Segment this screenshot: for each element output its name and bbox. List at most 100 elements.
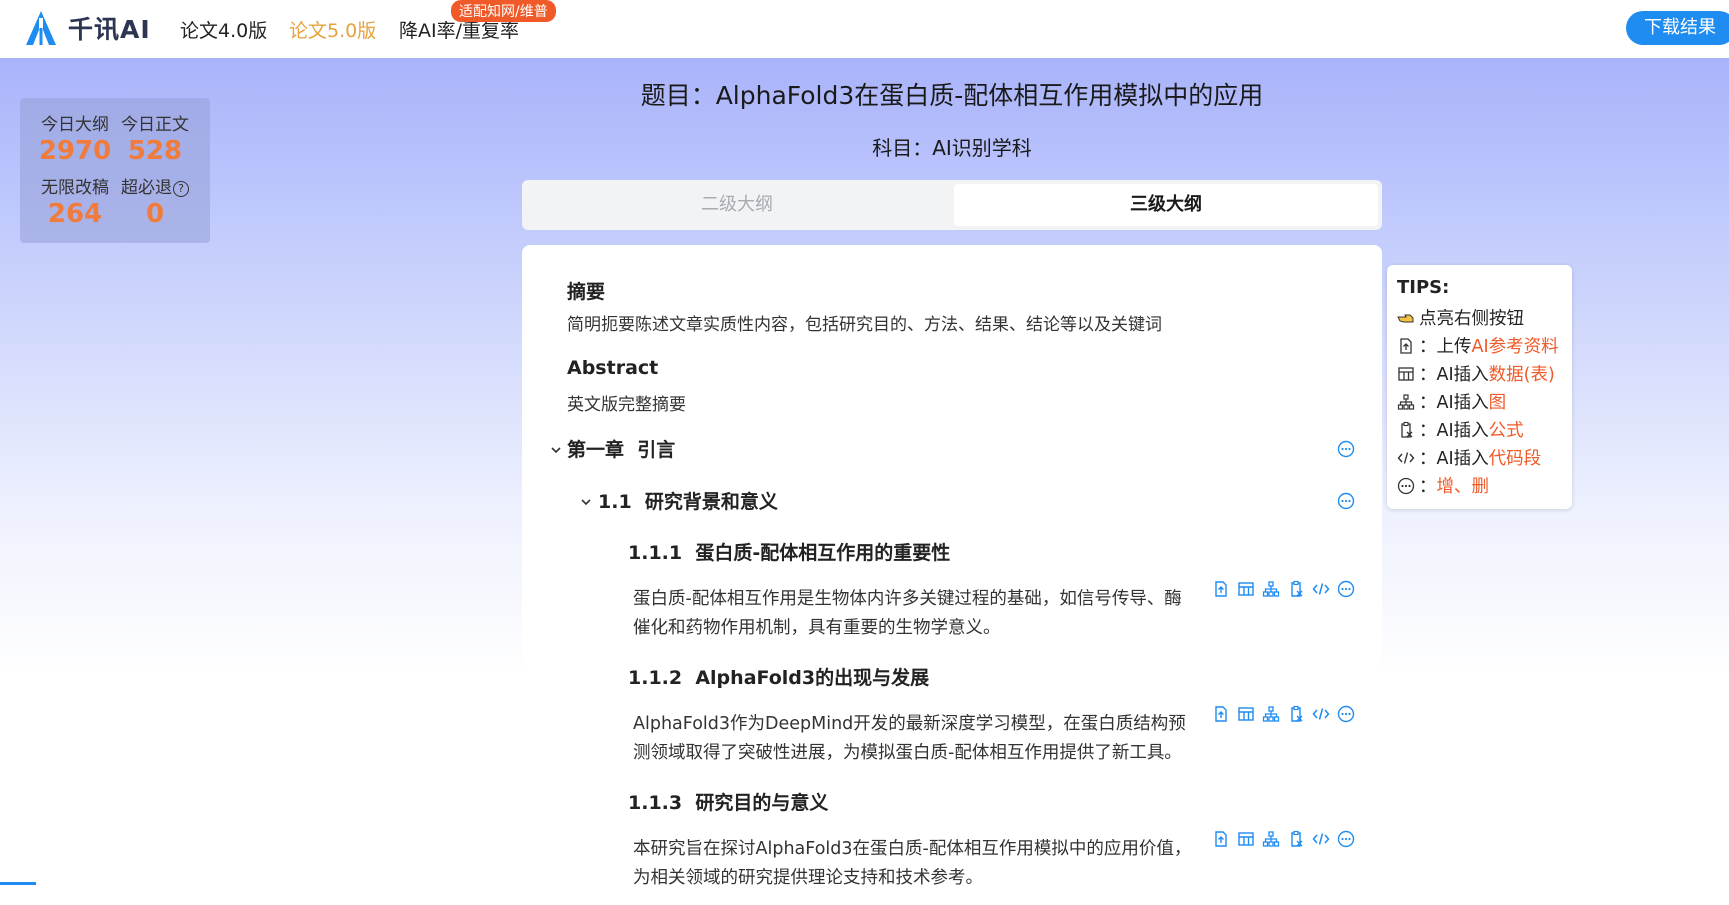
subsection-tools [1212, 705, 1330, 723]
tip-text: 点亮右侧按钮 [1419, 309, 1524, 329]
chapter-title: 引言 [637, 439, 676, 461]
code-icon[interactable] [1312, 580, 1330, 598]
formula-clipboard-icon [1401, 421, 1413, 438]
formula-clipboard-icon[interactable] [1287, 705, 1305, 723]
section-heading: 1.1 研究背景和意义 [598, 487, 778, 514]
abstract-en-desc: 英文版完整摘要 [567, 395, 686, 415]
subsection-number: 1.1.2 [628, 667, 683, 689]
subsection-text: 蛋白质-配体相互作用是生物体内许多关键过程的基础，如信号传导、酶催化和药物作用机… [633, 589, 1182, 638]
tips-panel: TIPS: 点亮右侧按钮 ：上传 AI参考资料 ：AI插入 数据(表) ：AI插入图… [1387, 265, 1572, 509]
stats-panel: 今日大纲 2970 今日正文 528 无限改稿 264 超必退? 0 [20, 98, 210, 243]
table-icon [1398, 366, 1414, 381]
adapt-badge: 适配知网/维普 [451, 0, 556, 22]
hierarchy-icon[interactable] [1262, 705, 1280, 723]
abstract-en-heading: Abstract [567, 357, 659, 379]
section-number: 1.1 [598, 491, 632, 513]
logo-text: 千讯AI [68, 15, 151, 44]
tab-second-level-outline[interactable]: 二级大纲 [526, 184, 948, 226]
tip-highlight: 增、删 [1436, 477, 1490, 497]
tip-text: ：上传 [1419, 337, 1472, 357]
more-circle-icon[interactable] [1337, 830, 1355, 848]
stat-today-body: 今日正文 528 [115, 110, 195, 166]
upload-file-icon [1400, 337, 1412, 354]
tip-highlight: 公式 [1488, 421, 1524, 441]
more-circle-icon [1397, 477, 1415, 494]
chevron-down-icon[interactable] [550, 444, 562, 456]
stat-label: 今日正文 [121, 115, 189, 135]
stat-label-row: 超必退? [115, 173, 195, 198]
stat-label: 无限改稿 [41, 178, 109, 198]
outline-card: 摘要 简明扼要陈述文章实质性内容，包括研究目的、方法、结果、结论等以及关键词 A… [522, 245, 1382, 905]
tip-row: 点亮右侧按钮 [1397, 305, 1524, 330]
chapter-number: 第一章 [567, 439, 625, 461]
top-header: 千讯AI 论文4.0版 论文5.0版 降AI率/重复率 适配知网/维普 下载结果 [0, 0, 1729, 58]
chapter-heading: 第一章 引言 [567, 435, 675, 462]
subsection-number: 1.1.3 [628, 792, 683, 814]
subsection-tools [1212, 830, 1330, 848]
subsection-heading: 1.1.2 AlphaFold3的出现与发展 [628, 663, 929, 690]
more-circle-icon[interactable] [1337, 492, 1355, 510]
formula-clipboard-icon[interactable] [1287, 580, 1305, 598]
formula-clipboard-icon[interactable] [1287, 830, 1305, 848]
stat-unlimited-revise: 无限改稿 264 [35, 173, 115, 229]
subsection-heading: 1.1.1 蛋白质-配体相互作用的重要性 [628, 538, 950, 565]
nav-paper-4[interactable]: 论文4.0版 [180, 16, 267, 43]
subsection-title: 研究目的与意义 [695, 792, 829, 814]
tip-text: ：AI插入 [1419, 449, 1489, 469]
subsection-tools [1212, 580, 1330, 598]
nav-paper-5[interactable]: 论文5.0版 [289, 16, 376, 43]
tip-row: ：AI插入图 [1397, 389, 1506, 414]
tip-highlight: 图 [1488, 393, 1507, 413]
hierarchy-icon[interactable] [1262, 830, 1280, 848]
pointing-hand-icon [1397, 314, 1414, 322]
table-icon[interactable] [1237, 580, 1255, 598]
abstract-cn-heading: 摘要 [567, 281, 606, 303]
tip-row: ：增、删 [1397, 473, 1489, 498]
stat-value: 264 [47, 199, 103, 229]
tip-row: ：AI插入 代码段 [1397, 445, 1541, 470]
more-circle-icon[interactable] [1337, 440, 1355, 458]
table-icon[interactable] [1237, 830, 1255, 848]
stat-value: 2970 [38, 136, 112, 166]
more-circle-icon[interactable] [1337, 580, 1355, 598]
hierarchy-icon [1397, 393, 1415, 410]
upload-file-icon[interactable] [1212, 830, 1230, 848]
abstract-cn-desc: 简明扼要陈述文章实质性内容，包括研究目的、方法、结果、结论等以及关键词 [567, 315, 1162, 335]
subsection-text: 本研究旨在探讨AlphaFold3在蛋白质-配体相互作用模拟中的应用价值，为相关… [633, 839, 1192, 888]
more-circle-icon[interactable] [1337, 705, 1355, 723]
tip-text: ：AI插入 [1419, 365, 1489, 385]
tip-highlight: 代码段 [1488, 449, 1542, 469]
logo-icon [26, 11, 56, 45]
subsection-text: AlphaFold3作为DeepMind开发的最新深度学习模型，在蛋白质结构预测… [633, 714, 1186, 763]
tip-row: ：AI插入 公式 [1397, 417, 1524, 442]
download-results-button[interactable]: 下载结果 [1626, 11, 1729, 45]
tip-row: ：上传 AI参考资料 [1397, 333, 1559, 358]
hierarchy-icon[interactable] [1262, 580, 1280, 598]
stat-label: 今日大纲 [41, 115, 109, 135]
chevron-down-icon[interactable] [580, 496, 592, 508]
outline-level-tabs: 二级大纲 三级大纲 [522, 180, 1382, 230]
upload-file-icon[interactable] [1212, 705, 1230, 723]
tip-text: ：AI插入 [1419, 421, 1489, 441]
code-icon[interactable] [1312, 830, 1330, 848]
code-icon[interactable] [1312, 705, 1330, 723]
logo[interactable]: 千讯AI [22, 8, 151, 48]
upload-file-icon[interactable] [1212, 580, 1230, 598]
stat-refund: 超必退? 0 [115, 173, 195, 229]
stat-label: 超必退 [121, 178, 172, 198]
table-icon[interactable] [1237, 705, 1255, 723]
tip-text: ： [1419, 477, 1437, 497]
subsection-title: 蛋白质-配体相互作用的重要性 [695, 542, 951, 564]
stat-value: 0 [145, 199, 165, 229]
tip-text: ：AI插入 [1419, 393, 1489, 413]
help-icon[interactable]: ? [173, 181, 189, 197]
code-icon [1397, 451, 1415, 464]
subsection-number: 1.1.1 [628, 542, 683, 564]
tip-row: ：AI插入 数据(表) [1397, 361, 1555, 386]
tip-highlight: AI参考资料 [1471, 337, 1559, 357]
stat-today-outline: 今日大纲 2970 [35, 110, 115, 166]
tab-third-level-outline[interactable]: 三级大纲 [954, 184, 1378, 226]
tips-title: TIPS: [1397, 277, 1450, 298]
paper-subject: 科目：AI识别学科 [872, 136, 1032, 160]
stat-value: 528 [127, 136, 183, 166]
